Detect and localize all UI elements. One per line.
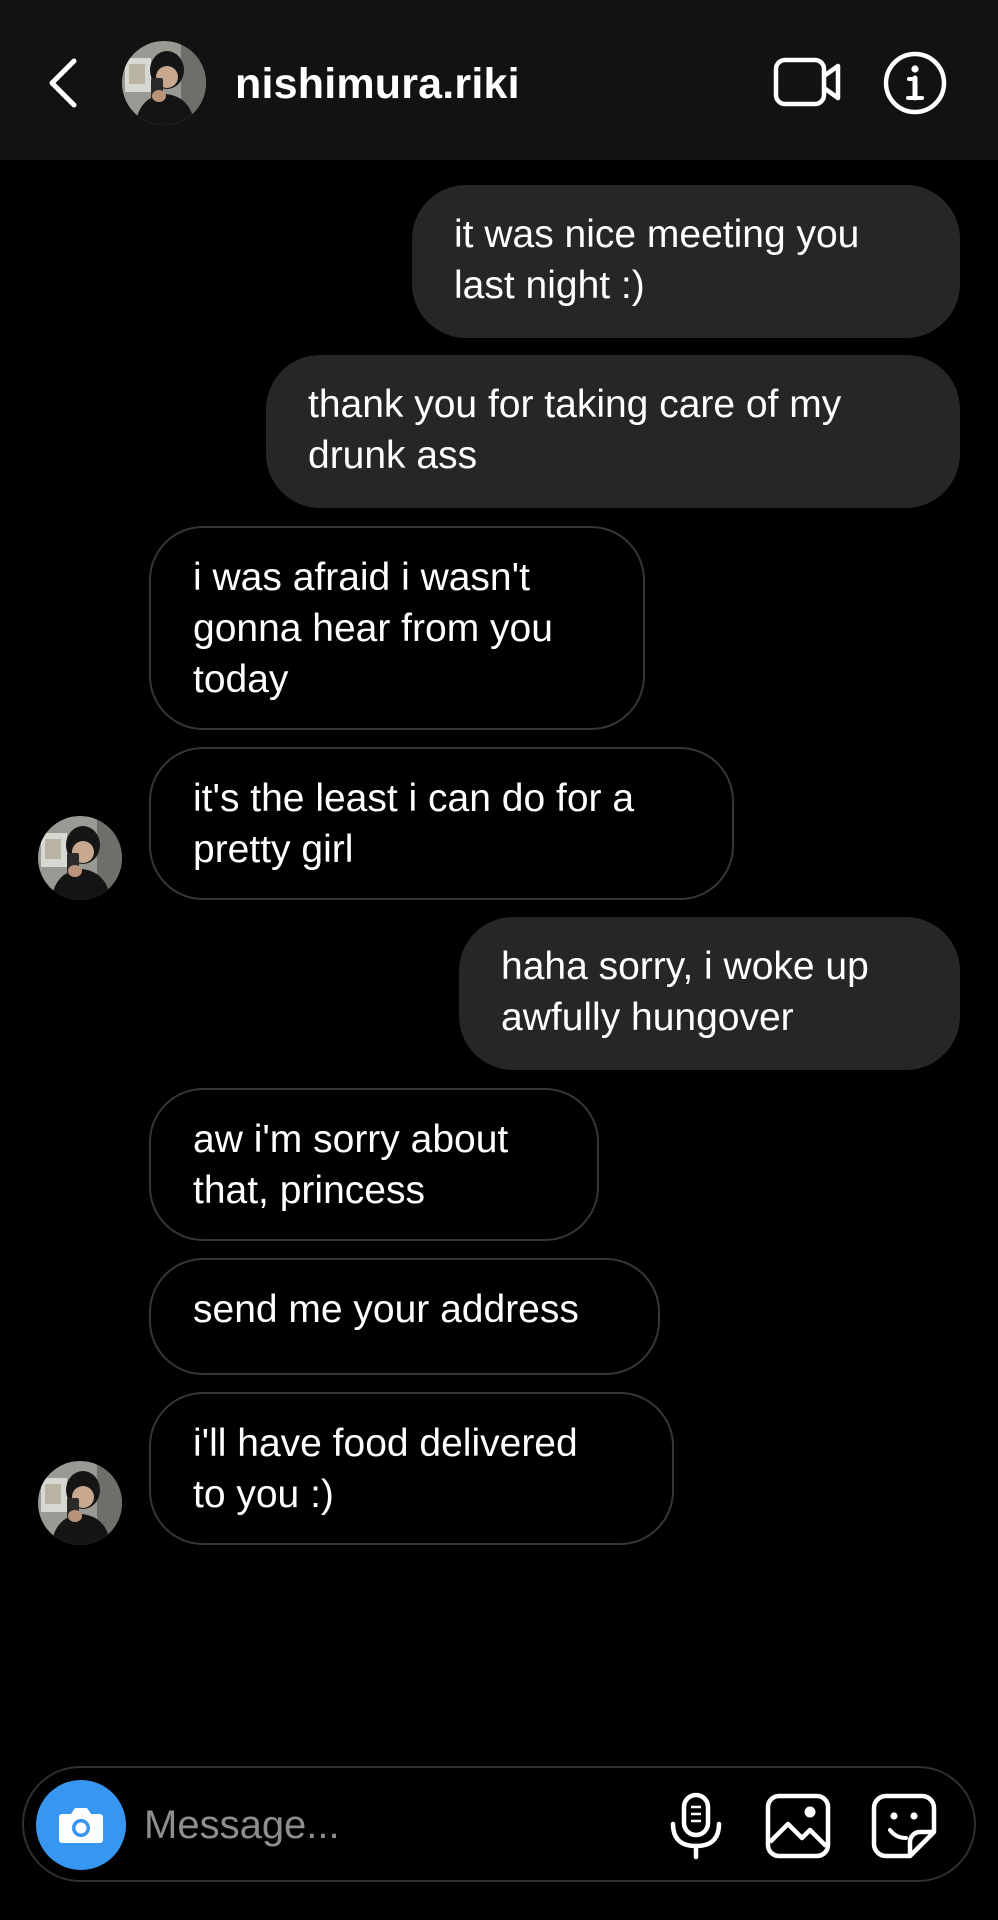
avatar[interactable] [37, 815, 123, 901]
message-composer [22, 1766, 976, 1882]
gallery-button[interactable] [764, 1792, 832, 1860]
message-input[interactable] [144, 1788, 644, 1862]
avatar[interactable] [121, 40, 207, 126]
chat-header: nishimura.riki [0, 0, 998, 160]
chat-username[interactable]: nishimura.riki [235, 56, 520, 112]
message-bubble-incoming[interactable]: it's the least i can do for a pretty gir… [149, 747, 734, 900]
message-bubble-incoming[interactable]: i was afraid i wasn't gonna hear from yo… [149, 526, 645, 730]
video-camera-icon [773, 57, 841, 107]
message-bubble-incoming[interactable]: send me your address [149, 1258, 660, 1375]
avatar[interactable] [37, 1460, 123, 1546]
camera-button[interactable] [36, 1780, 126, 1870]
camera-icon [59, 1808, 103, 1843]
image-icon [765, 1793, 831, 1859]
video-call-button[interactable] [772, 52, 844, 112]
message-bubble-incoming[interactable]: i'll have food delivered to you :) [149, 1392, 674, 1545]
sticker-button[interactable] [870, 1792, 938, 1860]
message-bubble-outgoing[interactable]: it was nice meeting you last night :) [412, 185, 960, 338]
voice-message-button[interactable] [664, 1792, 728, 1860]
message-bubble-outgoing[interactable]: thank you for taking care of my drunk as… [266, 355, 960, 508]
info-button[interactable] [882, 50, 948, 116]
info-icon [883, 51, 947, 115]
message-bubble-outgoing[interactable]: haha sorry, i woke up awfully hungover [459, 917, 960, 1070]
chevron-left-icon [49, 58, 77, 108]
sticker-icon [871, 1793, 937, 1859]
microphone-icon [670, 1792, 722, 1860]
back-button[interactable] [34, 50, 90, 116]
message-bubble-incoming[interactable]: aw i'm sorry about that, princess [149, 1088, 599, 1241]
